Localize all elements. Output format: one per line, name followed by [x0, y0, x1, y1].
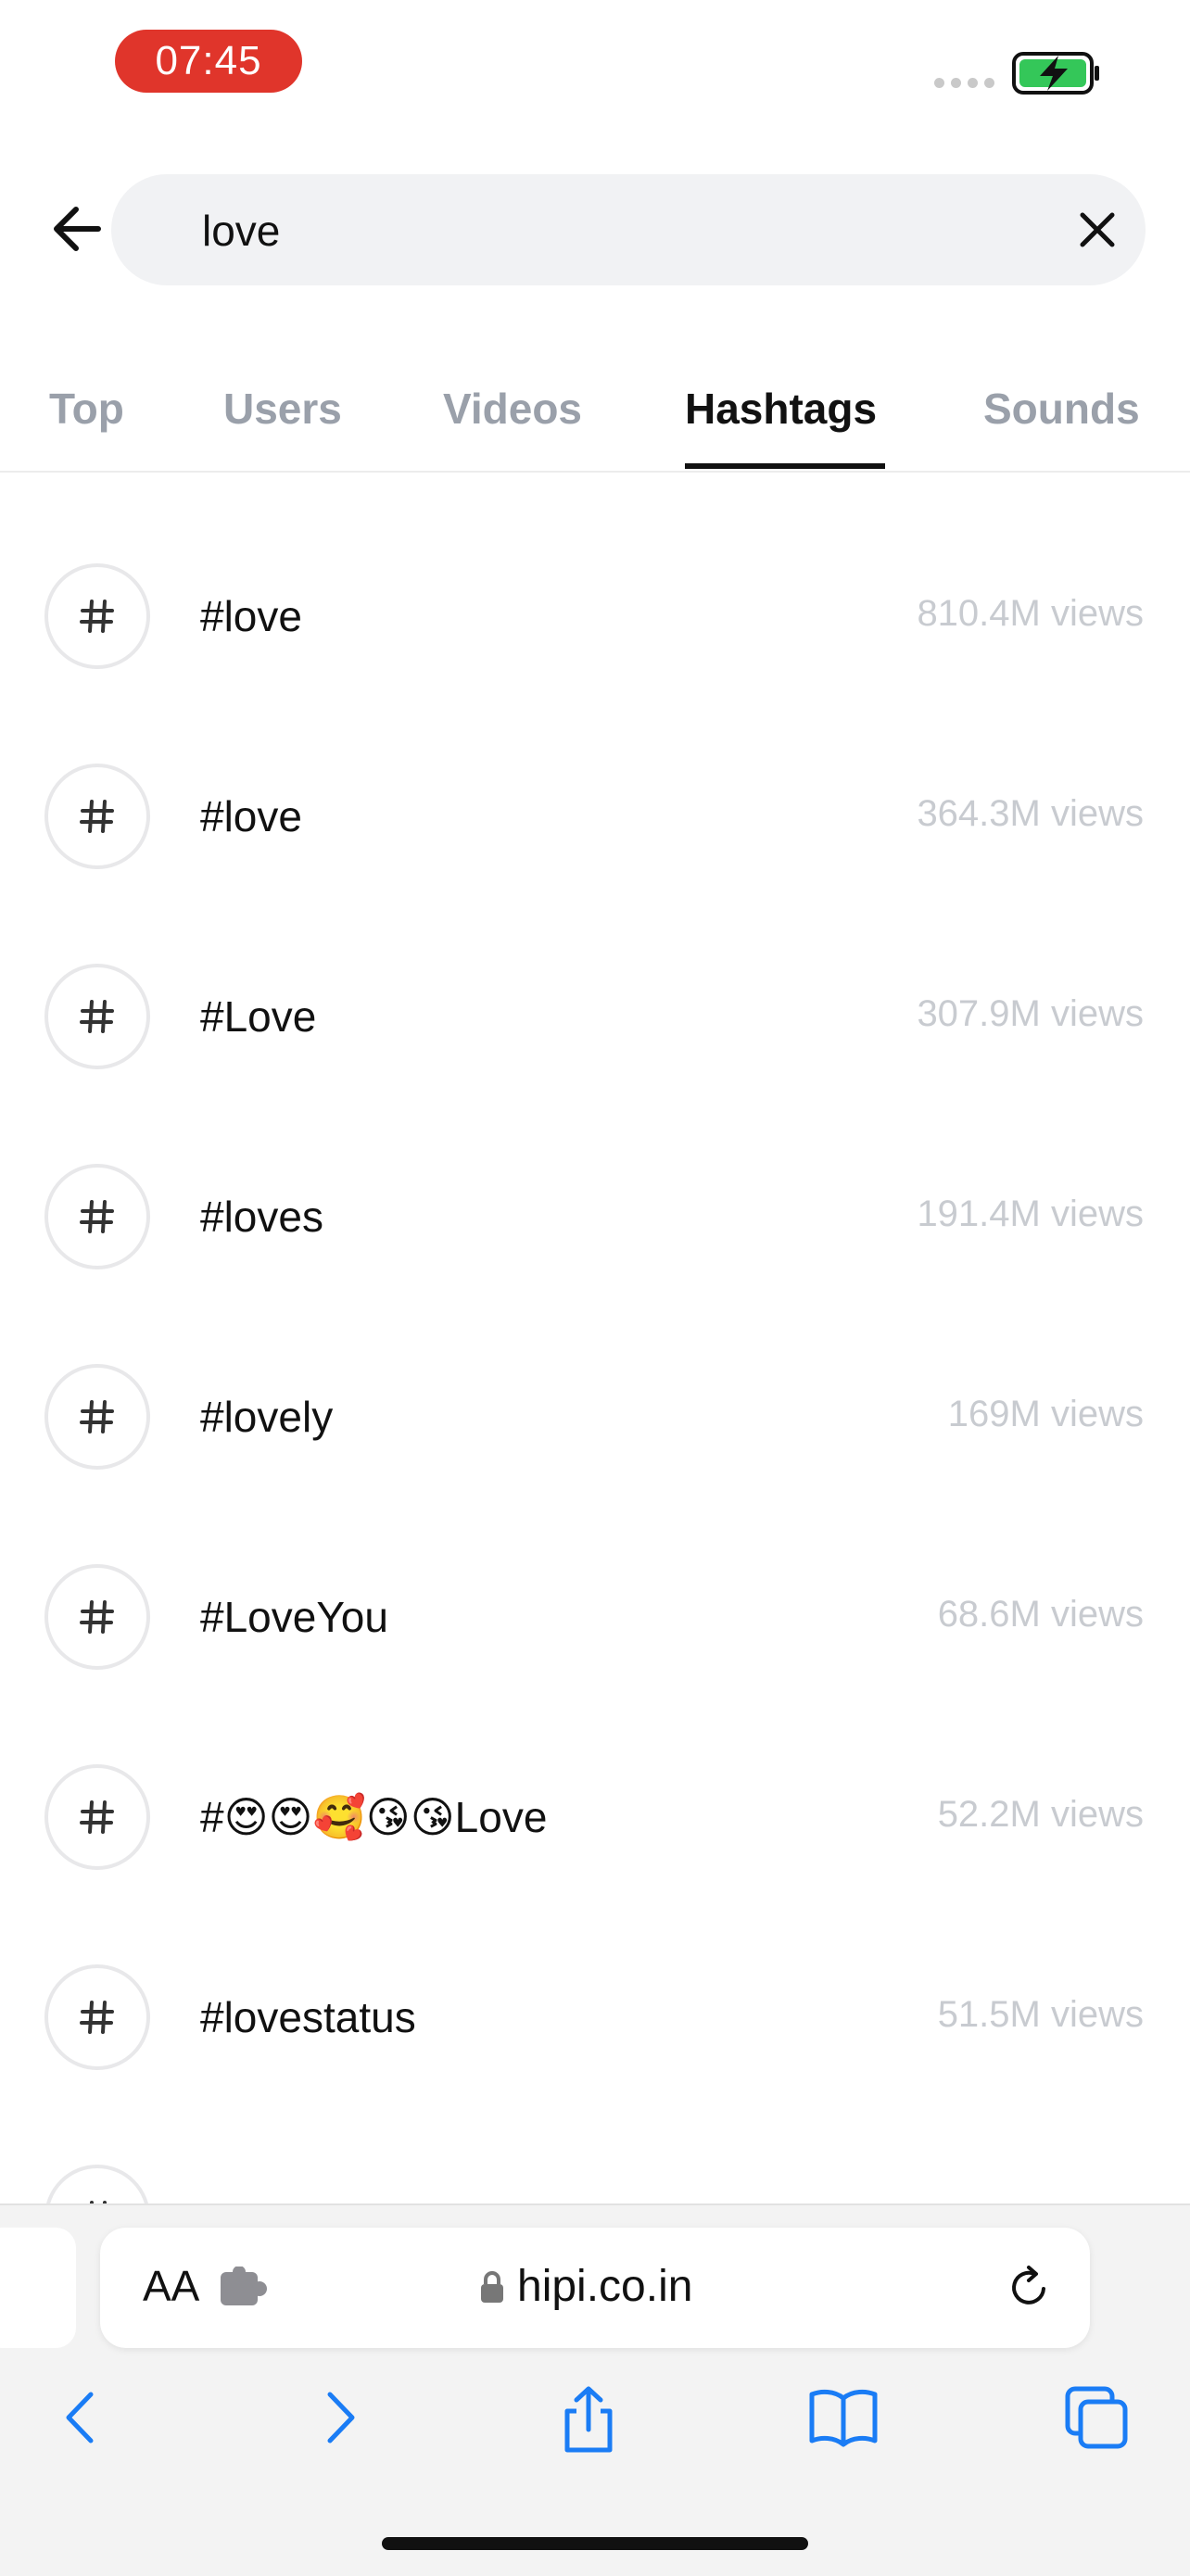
arrow-left-icon: [54, 207, 101, 251]
clear-search-button[interactable]: [1071, 204, 1123, 256]
battery-charging-icon: [1012, 52, 1101, 99]
hashtag-icon: [44, 563, 150, 669]
status-bar: 07:45: [0, 0, 1190, 130]
time-pill[interactable]: 07:45: [115, 30, 302, 93]
hashtag-name: #lovestatus: [200, 1993, 416, 2041]
search-bar[interactable]: [111, 174, 1146, 285]
browser-bottom-bar: AA hipi.co.in: [0, 2203, 1190, 2576]
signal-dots-icon: [934, 78, 994, 88]
hashtag-row[interactable]: #love 364.3M views: [0, 717, 1190, 917]
hashtag-views: 52.2M views: [937, 1794, 1144, 1835]
hashtag-name: #LoveYou: [200, 1593, 388, 1641]
hashtag-views: 68.6M views: [937, 1594, 1144, 1635]
hashtag-row[interactable]: #love 810.4M views: [0, 517, 1190, 717]
reload-icon: [1012, 2266, 1045, 2305]
bookmarks-button[interactable]: [808, 2385, 878, 2450]
hashtag-row[interactable]: #Love 307.9M views: [0, 917, 1190, 1118]
hashtag-icon: [44, 1564, 150, 1670]
reload-button[interactable]: [1003, 2261, 1055, 2317]
bookmarks-icon: [809, 2389, 878, 2447]
hashtag-views: 364.3M views: [917, 793, 1144, 834]
hashtag-name: #love: [200, 592, 302, 640]
hashtag-views: 810.4M views: [917, 593, 1144, 634]
hashtag-row[interactable]: #lovestatus 51.5M views: [0, 1918, 1190, 2118]
hashtag-icon: [44, 1164, 150, 1269]
text-size-button[interactable]: AA: [143, 2261, 199, 2311]
hashtag-views: 51.5M views: [937, 1994, 1144, 2035]
lock-icon: [481, 2270, 503, 2303]
browser-back-button[interactable]: [50, 2385, 115, 2450]
hashtag-icon: [44, 764, 150, 869]
hashtag-icon: [44, 964, 150, 1069]
hashtag-views: 191.4M views: [917, 1193, 1144, 1234]
tab-hashtags[interactable]: Hashtags: [685, 384, 877, 434]
text-size-label: AA: [143, 2262, 200, 2310]
previous-tab-card[interactable]: [0, 2228, 76, 2348]
extension-puzzle-icon[interactable]: [219, 2266, 271, 2314]
hashtag-name: #😍😍🥰😘😘Love: [200, 1793, 548, 1841]
back-chevron-icon: [66, 2392, 94, 2443]
hashtag-row[interactable]: #loves 191.4M views: [0, 1118, 1190, 1318]
forward-chevron-icon: [327, 2392, 355, 2443]
hashtag-name: #lovely: [200, 1393, 334, 1441]
search-tabs: Top Users Videos Hashtags Sounds: [0, 371, 1190, 473]
hashtag-icon: [44, 1964, 150, 2070]
address-bar[interactable]: AA hipi.co.in: [100, 2228, 1090, 2348]
hashtag-name: #loves: [200, 1193, 323, 1241]
url-text: hipi.co.in: [517, 2262, 693, 2311]
hashtag-row[interactable]: #lovely 169M views: [0, 1318, 1190, 1518]
hashtag-views: 169M views: [947, 1394, 1144, 1434]
search-input[interactable]: [200, 202, 1001, 259]
status-time: 07:45: [155, 38, 262, 83]
hashtag-name: #love: [200, 792, 302, 840]
tab-sounds[interactable]: Sounds: [983, 384, 1140, 434]
share-button[interactable]: [556, 2385, 621, 2453]
hashtag-name: #Love: [200, 992, 317, 1041]
hashtag-views: 307.9M views: [917, 993, 1144, 1034]
hashtag-row[interactable]: #LoveYou 68.6M views: [0, 1518, 1190, 1718]
tabs-button[interactable]: [1064, 2385, 1129, 2450]
back-button[interactable]: [46, 196, 111, 261]
tabs-icon: [1065, 2386, 1128, 2449]
hashtag-icon: [44, 1364, 150, 1470]
home-indicator: [382, 2537, 808, 2550]
active-tab-indicator: [685, 463, 885, 469]
tab-top[interactable]: Top: [49, 384, 124, 434]
browser-forward-button[interactable]: [306, 2385, 371, 2450]
close-icon: [1080, 212, 1115, 247]
hashtag-icon: [44, 1764, 150, 1870]
tab-videos[interactable]: Videos: [443, 384, 582, 434]
hashtag-row[interactable]: #😍😍🥰😘😘Love 52.2M views: [0, 1718, 1190, 1918]
share-icon: [564, 2386, 613, 2453]
url-display[interactable]: hipi.co.in: [480, 2261, 692, 2312]
tab-users[interactable]: Users: [223, 384, 342, 434]
